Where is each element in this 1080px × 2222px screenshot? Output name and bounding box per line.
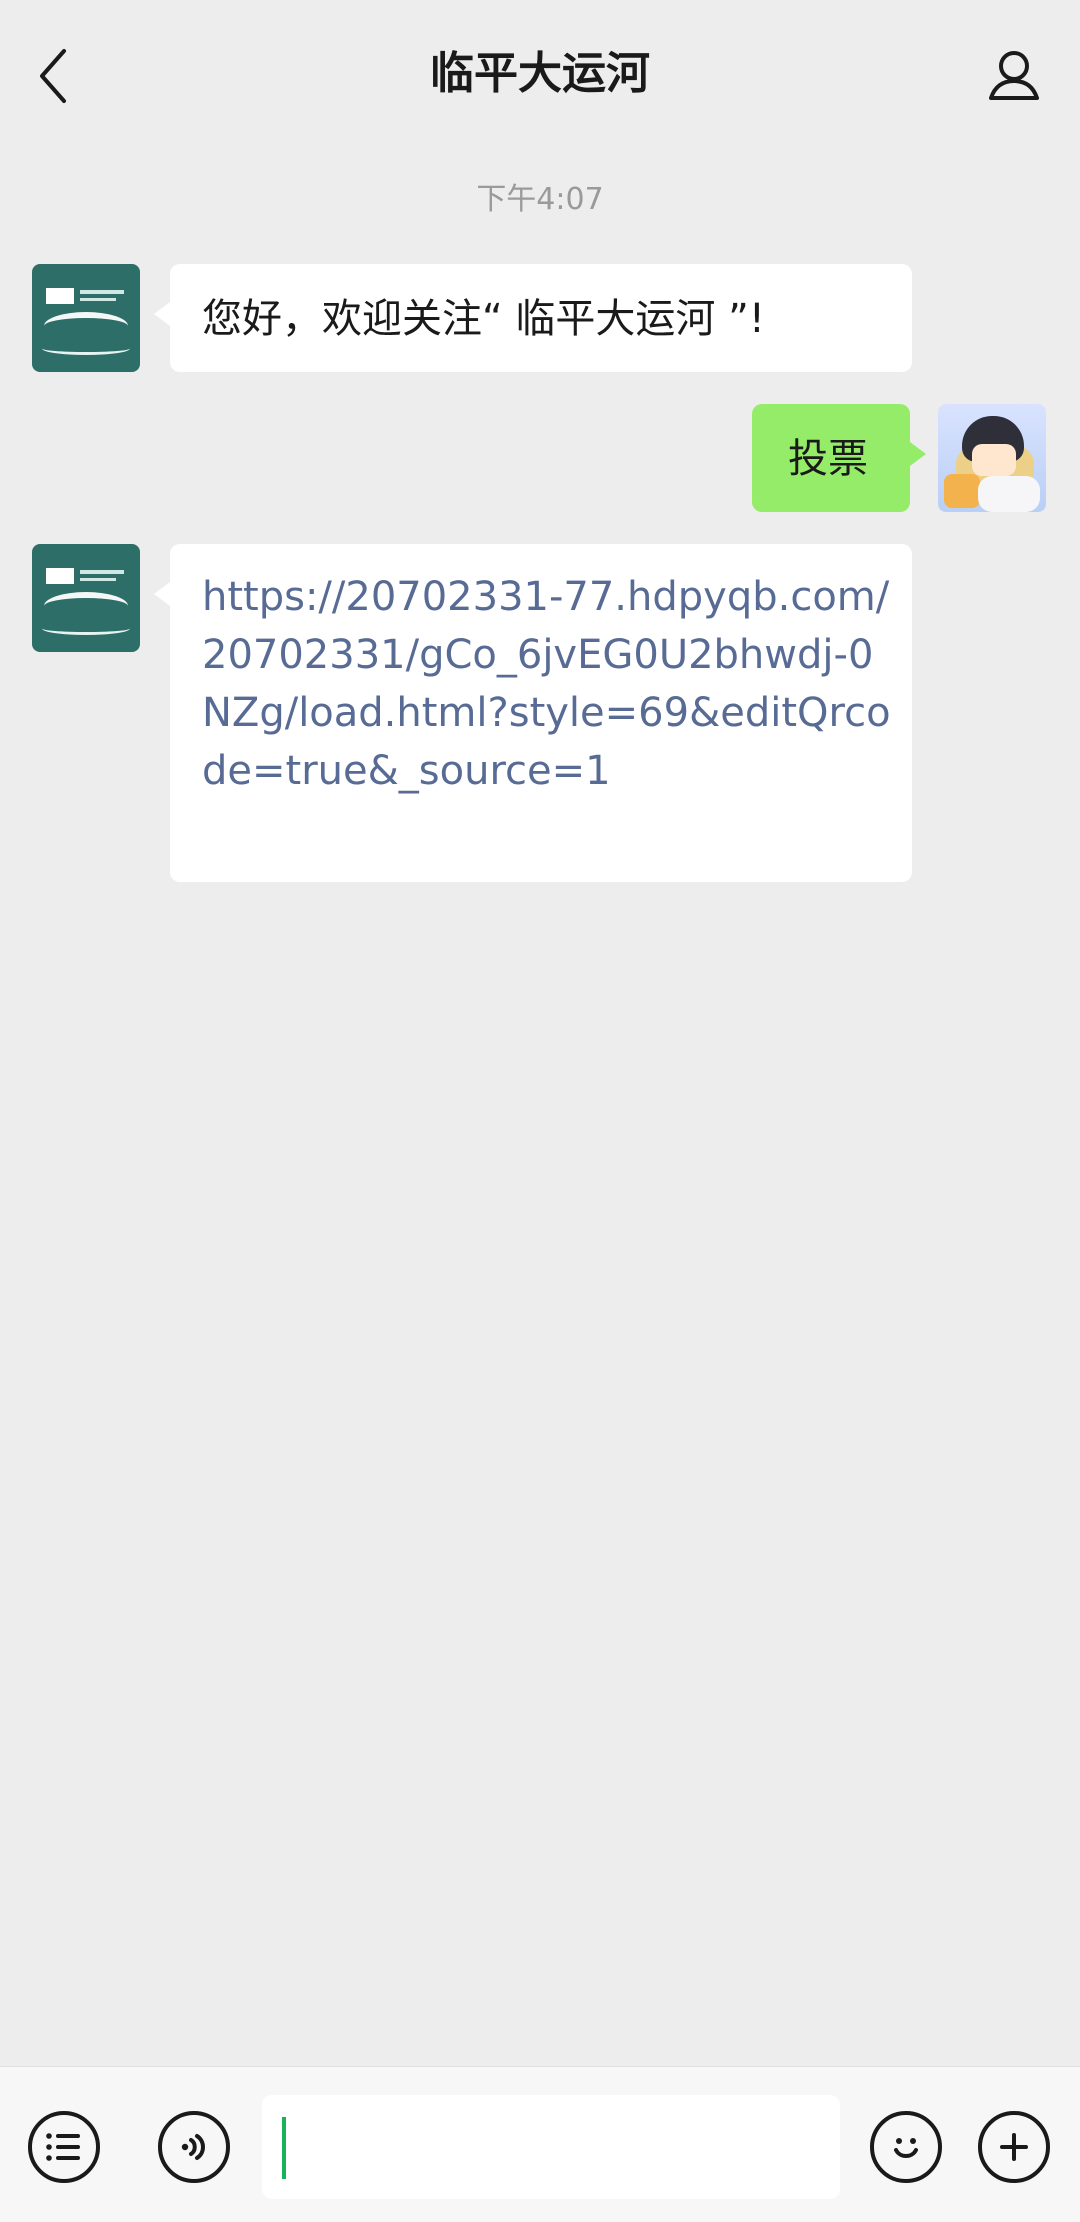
back-button[interactable] [24,40,84,112]
logo-line [80,290,124,294]
message-link[interactable]: https://20702331-77.hdpyqb.com/20702331/… [202,568,892,800]
text-cursor [282,2117,286,2179]
top-bar: 临平大运河 [0,0,1080,150]
plus-button[interactable] [978,2111,1050,2183]
message-bubble-welcome[interactable]: 您好，欢迎关注“ 临平大运河 ”! [154,264,912,372]
emoji-icon [894,2138,918,2158]
logo-line [80,570,124,574]
avatar-bag [944,474,980,508]
voice-button[interactable] [158,2111,230,2183]
message-text: 您好，欢迎关注“ 临平大运河 ”! [202,296,765,342]
person-icon [989,51,1039,100]
message-text: 投票 [788,436,868,482]
logo-line [80,578,116,581]
message-bubble-user[interactable]: 投票 [752,404,926,512]
user-avatar[interactable] [938,404,1046,512]
menu-button[interactable] [28,2111,100,2183]
page-title: 临平大运河 [430,48,650,99]
list-icon [46,2133,80,2161]
logo-tag [46,568,74,584]
profile-button[interactable] [972,40,1056,112]
message-input[interactable] [262,2095,840,2199]
official-avatar[interactable] [32,264,140,372]
logo-brush [44,312,128,340]
plus-icon [1000,2133,1028,2161]
chat-screen: 临平大运河 下午4:07 您好，欢迎关注“ 临平大运河 ”! 投票 https:… [0,0,1080,2222]
composer-bar [0,2066,1080,2222]
logo-brush [44,592,128,620]
avatar-face [972,444,1016,476]
logo-tag [46,288,74,304]
voice-icon [181,2134,205,2160]
message-timestamp: 下午4:07 [476,182,604,217]
logo-wave [42,622,130,635]
logo-line [80,298,116,301]
chevron-left-icon [40,49,66,103]
message-bubble-link[interactable]: https://20702331-77.hdpyqb.com/20702331/… [154,544,912,882]
logo-wave [42,342,130,355]
emoji-button[interactable] [870,2111,942,2183]
avatar-body [978,476,1040,512]
official-avatar[interactable] [32,544,140,652]
